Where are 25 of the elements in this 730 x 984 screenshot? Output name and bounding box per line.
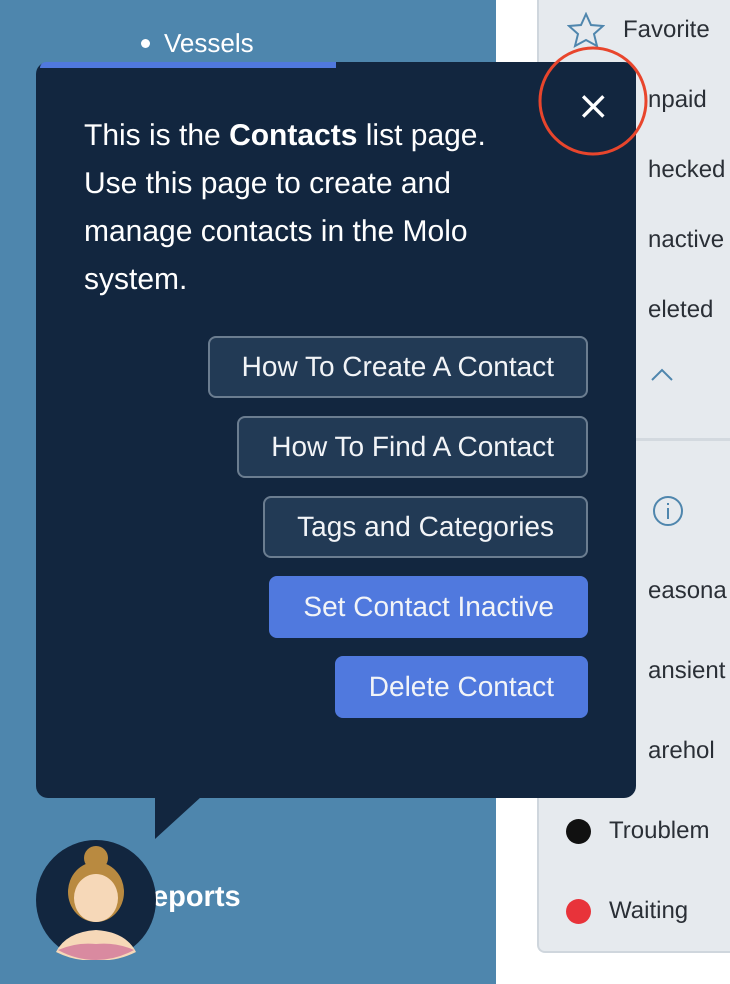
help-topic-button[interactable]: Tags and Categories	[263, 496, 588, 558]
help-topic-button[interactable]: Delete Contact	[334, 656, 588, 718]
filter-label[interactable]: ansient	[648, 657, 726, 685]
sidebar-section[interactable]: eports	[0, 881, 496, 914]
popover-message: This is the Contacts list page. Use this page to create and manage contacts in the Molo system.	[84, 118, 487, 298]
info-icon[interactable]	[652, 495, 684, 527]
sidebar-item[interactable]: Vessels	[0, 28, 496, 59]
filter-label[interactable]: Favorite	[623, 16, 710, 44]
filter-label[interactable]: Troublem	[609, 817, 710, 845]
filter-label[interactable]: nactive	[648, 226, 724, 254]
sidebar-item-label[interactable]: Vessels	[164, 28, 254, 59]
star-icon[interactable]	[567, 12, 605, 48]
close-button[interactable]: ×	[576, 86, 610, 126]
filter-label[interactable]: Waiting	[609, 897, 688, 925]
filter-label[interactable]: easona	[648, 577, 727, 605]
filter-label[interactable]: eleted	[648, 296, 714, 324]
filter-label[interactable]: npaid	[648, 86, 707, 114]
filter-label[interactable]: hecked	[648, 156, 726, 184]
filter-label[interactable]: arehol	[648, 737, 715, 765]
help-topic-button[interactable]: How To Create A Contact	[208, 336, 588, 398]
help-topic-button[interactable]: How To Find A Contact	[237, 416, 588, 478]
bullet-icon	[141, 39, 150, 48]
avatar[interactable]	[36, 840, 156, 960]
chevron-up-icon[interactable]	[650, 368, 674, 382]
help-topic-button[interactable]: Set Contact Inactive	[269, 576, 588, 638]
